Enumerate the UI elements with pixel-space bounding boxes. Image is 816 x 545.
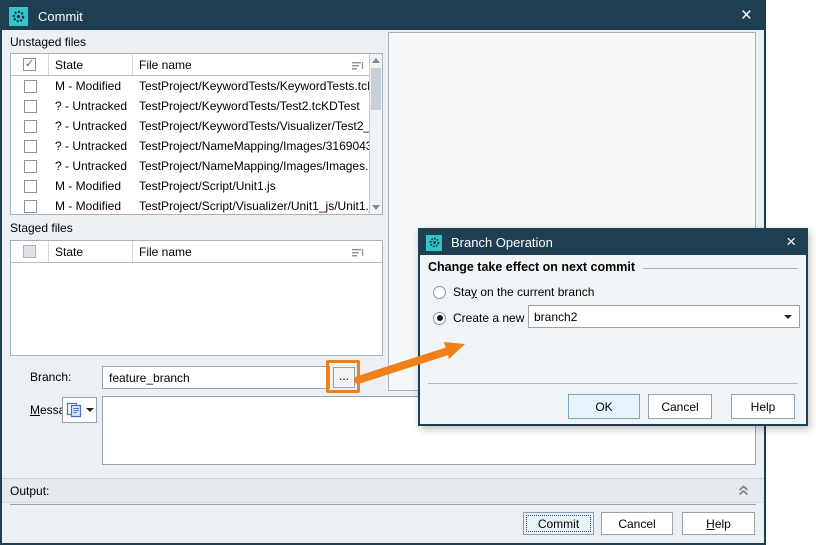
cancel-button[interactable]: Cancel	[601, 512, 673, 535]
group-title: Change take effect on next commit	[428, 260, 635, 274]
staged-files-table: State File name	[10, 240, 383, 356]
branch-name-combobox[interactable]: branch2	[528, 305, 800, 328]
table-row[interactable]: ? - Untracked TestProject/NameMapping/Im…	[11, 156, 369, 176]
branch-name-value: branch2	[534, 309, 578, 324]
table-row[interactable]: M - Modified TestProject/Script/Unit1.js	[11, 176, 369, 196]
help-button[interactable]: Help	[682, 512, 755, 535]
select-all-checkbox-disabled	[23, 245, 36, 258]
dialog-titlebar: Branch Operation ×	[420, 230, 806, 255]
scroll-up-icon[interactable]	[370, 54, 382, 67]
row-checkbox[interactable]	[23, 139, 37, 153]
table-row[interactable]: M - Modified TestProject/Script/Visualiz…	[11, 196, 369, 214]
group-line	[643, 267, 798, 269]
table-row[interactable]: ? - Untracked TestProject/KeywordTests/T…	[11, 96, 369, 116]
group-header: Change take effect on next commit	[428, 260, 798, 274]
row-checkbox[interactable]	[23, 99, 37, 113]
close-icon[interactable]: ×	[741, 3, 752, 29]
scroll-down-icon[interactable]	[370, 201, 382, 214]
commit-titlebar: Commit ×	[2, 2, 764, 30]
radio-icon[interactable]	[433, 285, 446, 299]
branch-operation-dialog: Branch Operation × Change take effect on…	[418, 228, 808, 426]
radio-stay-label: Stay on the current branch	[453, 285, 595, 299]
column-header-filename[interactable]: File name	[133, 241, 382, 262]
output-label: Output:	[10, 483, 50, 498]
unstaged-files-table: ✓ State File name M - Modified TestProje…	[10, 53, 383, 215]
close-icon[interactable]: ×	[786, 230, 796, 254]
window-title: Commit	[38, 8, 83, 24]
help-button[interactable]: Help	[731, 394, 795, 419]
column-header-state[interactable]: State	[49, 54, 133, 75]
branch-browse-button[interactable]: ...	[333, 367, 355, 388]
radio-icon-selected[interactable]	[433, 311, 446, 325]
dialog-title: Branch Operation	[451, 235, 553, 250]
sort-icon[interactable]	[352, 247, 364, 261]
footer-separator	[10, 504, 756, 505]
branch-label: Branch:	[30, 370, 72, 384]
radio-stay-current-branch[interactable]: Stay on the current branch	[433, 285, 594, 299]
row-checkbox[interactable]	[23, 79, 37, 93]
app-logo-icon	[426, 234, 442, 251]
table-row[interactable]: ? - Untracked TestProject/NameMapping/Im…	[11, 136, 369, 156]
row-checkbox[interactable]	[23, 199, 37, 213]
select-all-checkbox[interactable]: ✓	[23, 58, 36, 71]
column-header-state[interactable]: State	[49, 241, 133, 262]
scrollbar-thumb[interactable]	[371, 68, 381, 110]
sort-icon[interactable]	[352, 60, 364, 74]
cancel-button[interactable]: Cancel	[648, 394, 712, 419]
table-row[interactable]: M - Modified TestProject/KeywordTests/Ke…	[11, 76, 369, 96]
commit-button[interactable]: Commit	[523, 512, 594, 535]
column-header-filename[interactable]: File name	[133, 54, 382, 75]
output-panel-header[interactable]: Output:	[2, 478, 764, 503]
staged-header-row: State File name	[11, 241, 382, 263]
chevron-down-icon[interactable]	[784, 315, 792, 319]
app-logo-icon	[9, 6, 28, 26]
unstaged-header-row: ✓ State File name	[11, 54, 382, 76]
unstaged-rows: M - Modified TestProject/KeywordTests/Ke…	[11, 76, 369, 214]
copy-icon	[66, 402, 81, 418]
staged-files-label: Staged files	[10, 221, 73, 235]
branch-field[interactable]: feature_branch	[102, 366, 330, 389]
table-row[interactable]: ? - Untracked TestProject/KeywordTests/V…	[11, 116, 369, 136]
row-checkbox[interactable]	[23, 119, 37, 133]
screenshot-root: Commit × Unstaged files ✓ State File nam…	[0, 0, 816, 545]
chevron-down-icon	[85, 408, 94, 412]
ok-button[interactable]: OK	[568, 394, 640, 419]
row-checkbox[interactable]	[23, 159, 37, 173]
scrollbar[interactable]	[369, 54, 382, 214]
branch-value: feature_branch	[109, 370, 190, 385]
message-template-button[interactable]	[62, 397, 97, 423]
collapse-chevron-icon[interactable]	[737, 484, 750, 500]
dialog-separator	[428, 383, 798, 384]
unstaged-files-label: Unstaged files	[10, 35, 87, 49]
row-checkbox[interactable]	[23, 179, 37, 193]
